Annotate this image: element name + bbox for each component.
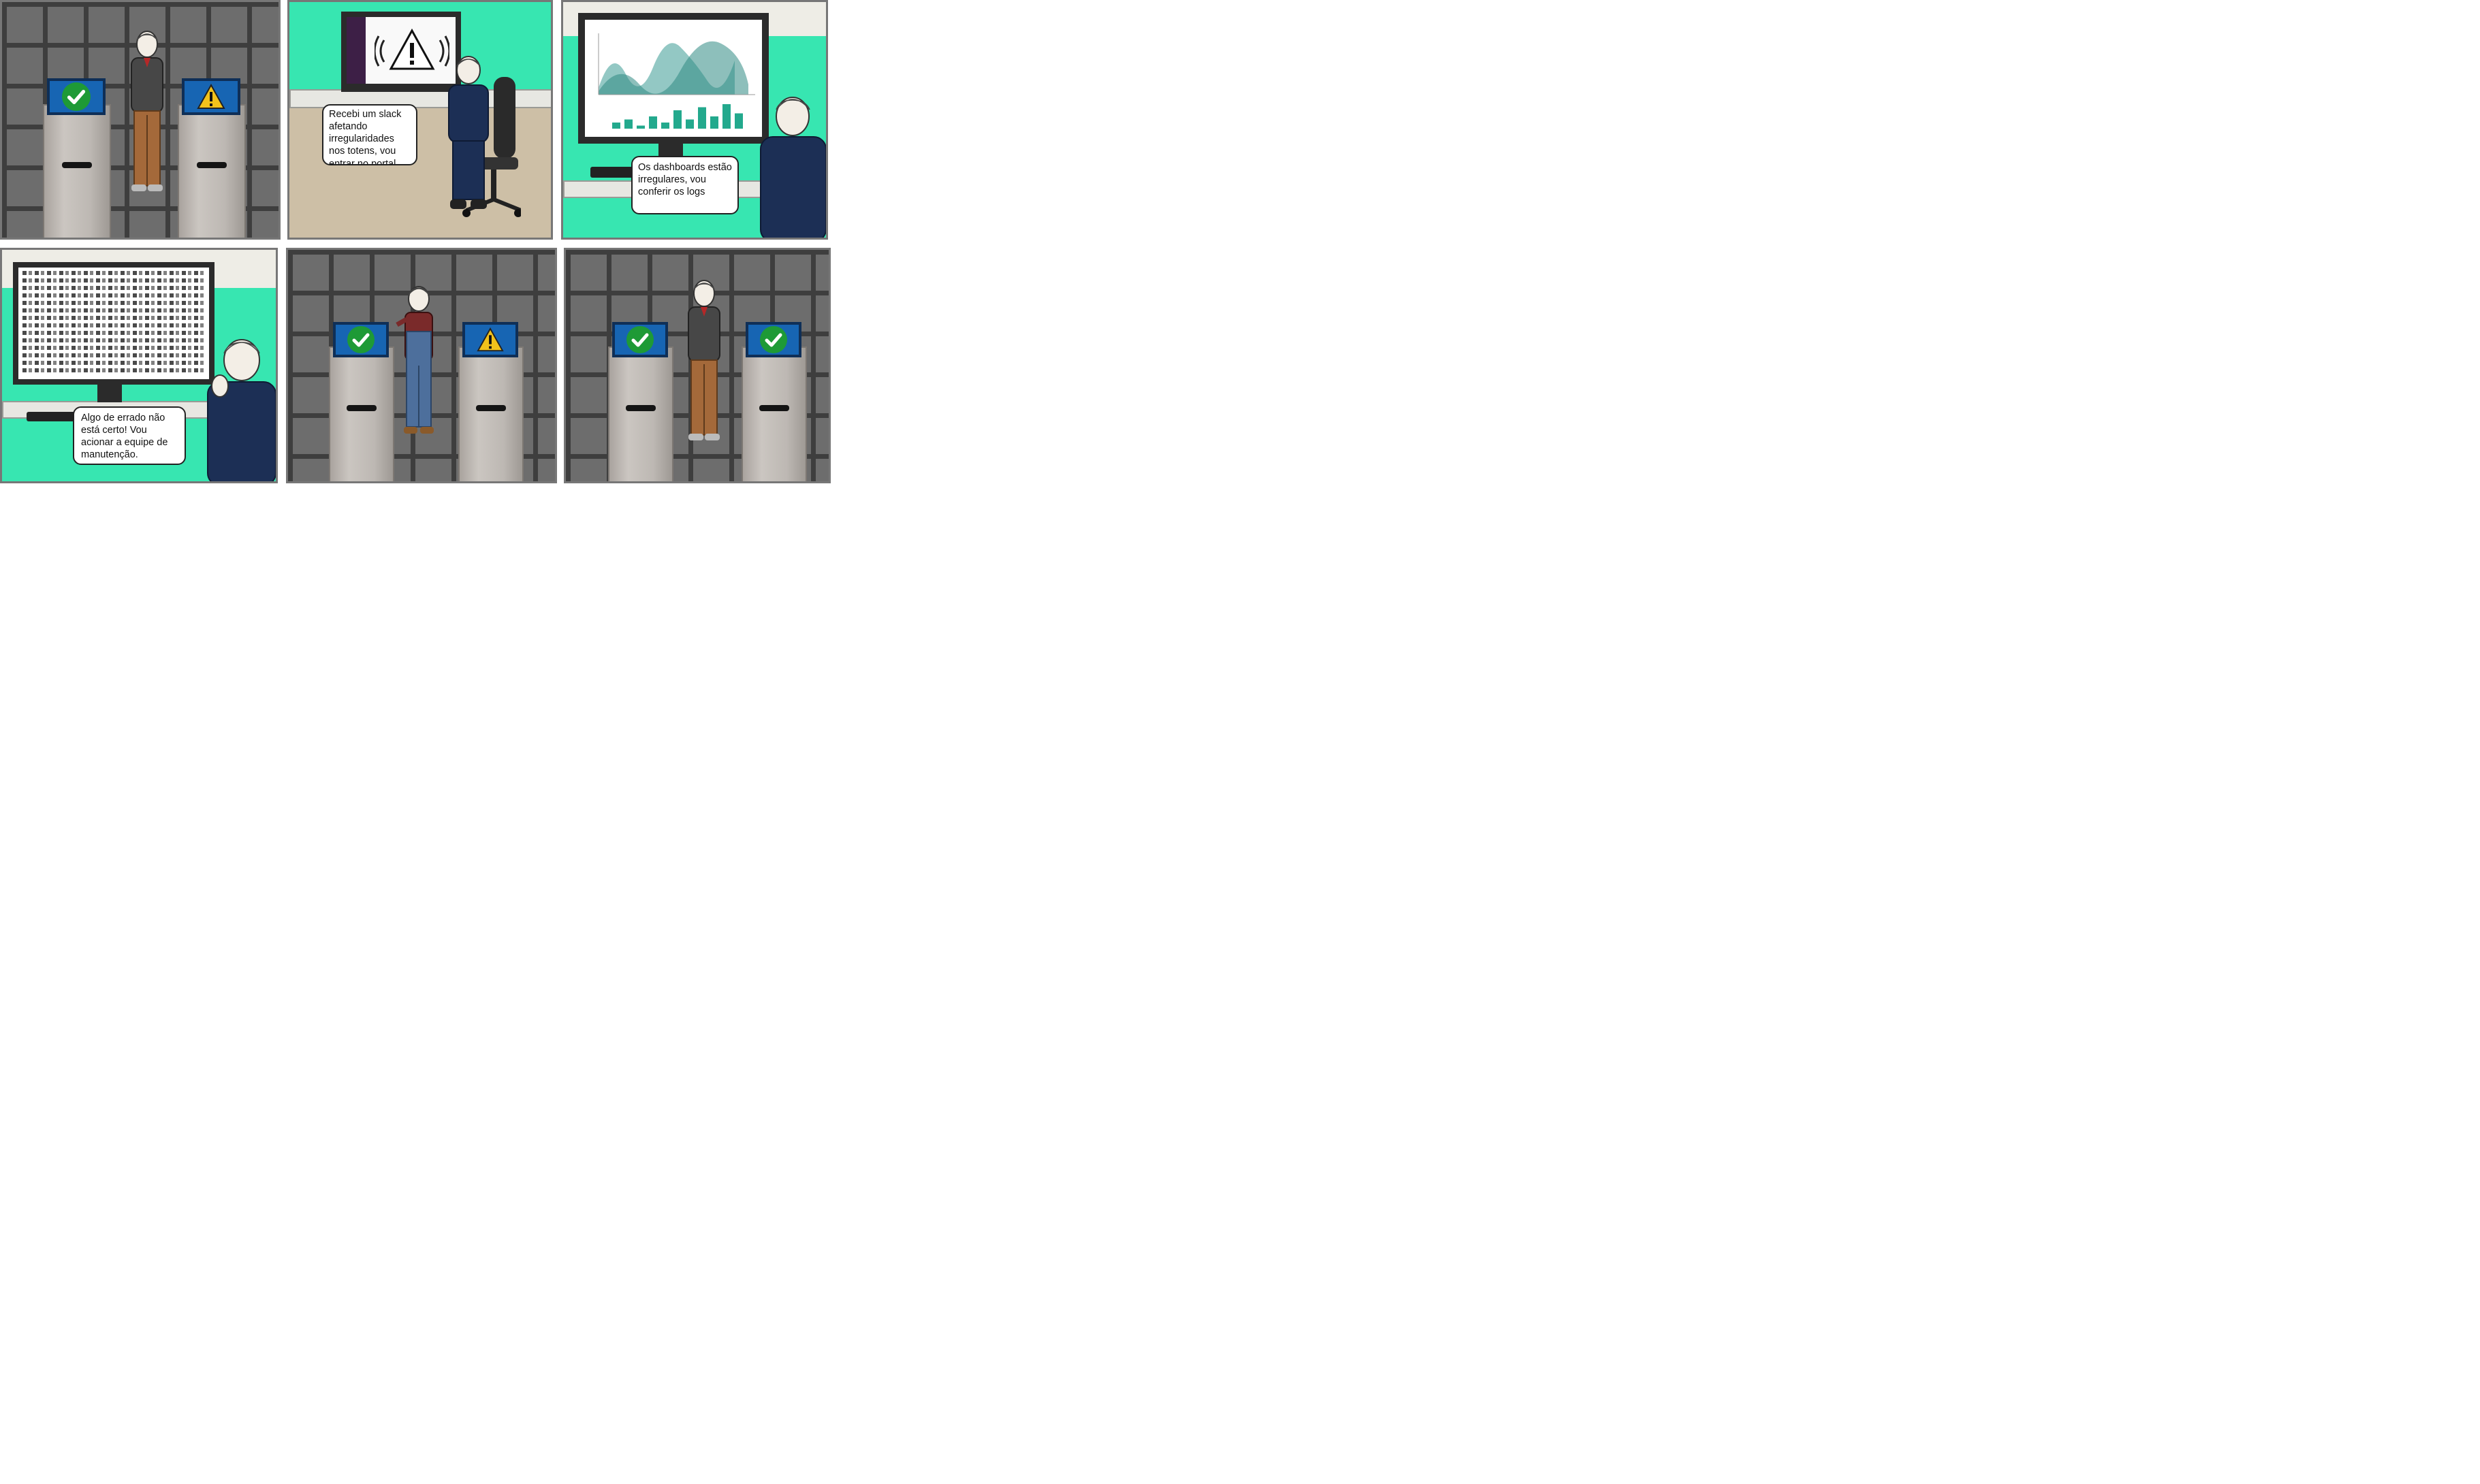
bar-5 xyxy=(661,123,669,129)
log-line xyxy=(22,278,205,283)
monitor xyxy=(578,13,769,144)
panel-6 xyxy=(564,248,831,483)
panel-4: Algo de errado não está certo! Vou acion… xyxy=(0,248,278,483)
log-line xyxy=(22,331,205,335)
panel-1 xyxy=(0,0,281,240)
kiosk-right xyxy=(742,346,807,481)
checkmark-circle-icon xyxy=(760,326,787,353)
speech-bubble: Algo de errado não está certo! Vou acion… xyxy=(73,406,186,465)
chat-sidebar xyxy=(347,17,366,84)
panel-3: Os dashboards estão irregulares, vou con… xyxy=(561,0,828,240)
analyst-navy-uniform xyxy=(755,89,826,238)
log-line xyxy=(22,368,205,372)
monitor-stand xyxy=(97,385,122,402)
panel-2: Recebi um slack afetando irregularidades… xyxy=(287,0,553,240)
person-gray-shirt xyxy=(123,29,171,197)
kiosk-screen-left xyxy=(47,78,106,115)
panel-5 xyxy=(286,248,557,483)
log-line xyxy=(22,323,205,327)
log-line xyxy=(22,286,205,290)
card-slot xyxy=(476,404,506,411)
bar-7 xyxy=(686,119,694,129)
log-screen xyxy=(18,268,209,379)
card-slot xyxy=(347,404,377,411)
log-line xyxy=(22,353,205,357)
dashboard-bar-chart xyxy=(612,104,743,129)
bar-3 xyxy=(637,125,645,129)
bar-2 xyxy=(624,119,633,129)
kiosk-screen-left xyxy=(612,322,668,357)
log-line xyxy=(22,338,205,342)
kiosk-screen-left xyxy=(333,322,389,357)
speech-bubble: Os dashboards estão irregulares, vou con… xyxy=(631,156,739,214)
speech-text: Recebi um slack afetando irregularidades… xyxy=(329,109,402,165)
bar-8 xyxy=(698,107,706,129)
kiosk-screen-right xyxy=(746,322,801,357)
kiosk-right xyxy=(178,104,246,238)
kiosk-left xyxy=(329,346,394,481)
log-line xyxy=(22,308,205,312)
checkmark-circle-icon xyxy=(626,326,654,353)
log-line xyxy=(22,361,205,365)
bar-10 xyxy=(722,104,731,129)
log-line xyxy=(22,271,205,275)
analyst-navy-uniform xyxy=(441,54,496,214)
speech-text: Os dashboards estão irregulares, vou con… xyxy=(638,162,732,198)
bar-6 xyxy=(673,110,682,129)
warning-triangle-icon xyxy=(476,327,505,353)
checkmark-circle-icon xyxy=(62,82,91,111)
log-line xyxy=(22,293,205,297)
card-slot xyxy=(626,404,656,411)
speech-text: Algo de errado não está certo! Vou acion… xyxy=(81,413,168,461)
kiosk-left xyxy=(43,104,111,238)
bar-4 xyxy=(649,116,657,129)
speech-bubble: Recebi um slack afetando irregularidades… xyxy=(322,104,417,165)
log-line xyxy=(22,301,205,305)
analyst-navy-uniform xyxy=(197,332,276,481)
monitor xyxy=(13,262,214,385)
monitor-screen xyxy=(585,20,762,137)
card-slot xyxy=(759,404,789,411)
kiosk-screen-right xyxy=(182,78,240,115)
person-gray-shirt xyxy=(680,278,728,446)
checkmark-circle-icon xyxy=(347,326,375,353)
monitor-screen xyxy=(347,17,456,84)
log-line xyxy=(22,346,205,350)
technician-overalls xyxy=(390,284,447,439)
log-line xyxy=(22,316,205,320)
bar-1 xyxy=(612,123,620,129)
bar-11 xyxy=(735,113,743,129)
kiosk-left xyxy=(608,346,673,481)
bar-9 xyxy=(710,116,718,129)
card-slot xyxy=(197,161,227,168)
kiosk-screen-right xyxy=(462,322,518,357)
alert-broadcast-icon xyxy=(375,27,449,74)
warning-triangle-icon xyxy=(196,83,226,110)
card-slot xyxy=(62,161,92,168)
kiosk-right xyxy=(458,346,524,481)
